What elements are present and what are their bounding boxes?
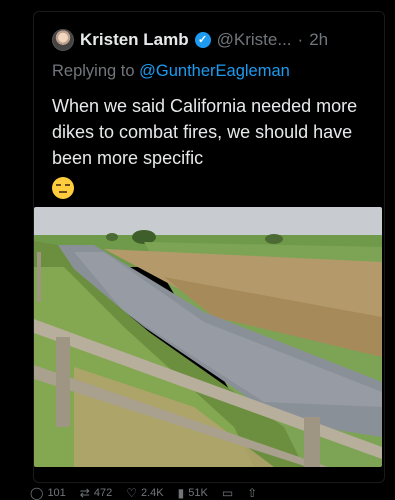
mention-link[interactable]: @GuntherEagleman — [139, 62, 290, 80]
reply-button[interactable]: ◯ 101 — [30, 486, 66, 500]
bookmark-icon: ▭ — [221, 486, 234, 500]
repost-icon: ⇄ — [79, 486, 90, 500]
repost-button[interactable]: ⇄ 472 — [80, 486, 112, 500]
views-button[interactable]: ▮ 51K — [178, 486, 208, 500]
author-handle[interactable]: @Kriste... — [217, 30, 292, 50]
expressionless-face-icon — [52, 177, 74, 199]
replying-prefix: Replying to — [52, 62, 140, 80]
views-icon: ▮ — [177, 486, 185, 500]
share-icon: ⇧ — [247, 486, 258, 500]
timestamp[interactable]: 2h — [309, 30, 328, 50]
separator: · — [297, 30, 304, 49]
tweet-text: When we said California needed more dike… — [52, 96, 358, 168]
like-count: 2.4K — [140, 487, 164, 499]
action-bar: ◯ 101 ⇄ 472 ♡ 2.4K ▮ 51K ▭ ⇧ — [30, 486, 390, 500]
heart-icon: ♡ — [126, 486, 137, 500]
bookmark-button[interactable]: ▭ — [222, 486, 233, 500]
replying-to: Replying to @GuntherEagleman — [52, 62, 290, 81]
share-button[interactable]: ⇧ — [247, 486, 257, 500]
verified-badge-icon: ✓ — [194, 32, 211, 48]
like-button[interactable]: ♡ 2.4K — [126, 486, 163, 500]
avatar[interactable] — [52, 29, 74, 51]
author-name[interactable]: Kristen Lamb — [80, 30, 189, 50]
tweet-header: Kristen Lamb ✓ @Kriste... · 2h — [52, 28, 382, 52]
repost-count: 472 — [93, 487, 113, 499]
ditch-photo — [34, 207, 382, 467]
reply-icon: ◯ — [30, 486, 44, 500]
view-count: 51K — [188, 487, 208, 499]
tweet-image[interactable] — [34, 207, 382, 467]
reply-count: 101 — [47, 487, 66, 499]
